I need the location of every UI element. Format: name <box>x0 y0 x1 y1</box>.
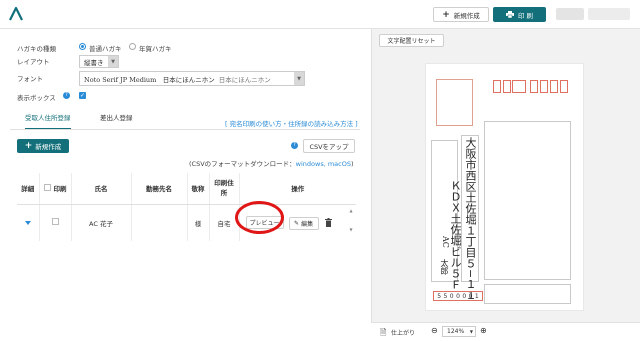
card-type-label: ハガキの種類 <box>17 45 56 53</box>
cell-name: AC 花子 <box>71 204 132 241</box>
zip-box <box>560 80 568 93</box>
print-button[interactable]: 印 刷 <box>493 7 546 22</box>
recipient-table: 詳細 印刷 氏名 勤務先名 敬称 印刷住所 操作 AC 花子 様 自宅 プレビュ… <box>17 173 356 241</box>
highlight-circle <box>235 201 284 234</box>
row-print-checkbox[interactable] <box>51 218 59 226</box>
csv-format-note: (CSVのフォーマットダウンロード：windows, macOS) <box>189 160 354 168</box>
font-label: フォント <box>17 75 43 83</box>
pencil-icon: ✎ <box>294 219 300 227</box>
table-row: AC 花子 様 自宅 プレビュー ✎ 編集 <box>17 204 356 241</box>
preview-bottom-bar: 🗎 仕上がり ⊖ 124% ▼ ⊕ <box>371 322 640 339</box>
col-actions: 操作 <box>239 173 356 205</box>
recipient-address-line2[interactable]: ＫＤＸ土佐堀ビル５Ｆ <box>449 180 462 290</box>
plus-icon: + <box>442 9 450 20</box>
zip-box <box>540 80 548 93</box>
radio-newyear-card[interactable] <box>129 43 136 50</box>
col-detail: 詳細 <box>17 173 40 205</box>
radio-normal-card[interactable] <box>79 43 86 50</box>
zoom-out-icon[interactable]: ⊖ <box>431 326 438 335</box>
tab-sender[interactable]: 差出人登録 <box>100 112 133 122</box>
sender-zip: 5 5 0 0 0 0 1 <box>433 291 483 301</box>
zip-box <box>550 80 558 93</box>
recipient-address-line1[interactable]: 大阪市西区土佐堀１丁目５−１１ <box>464 137 477 300</box>
edit-button[interactable]: ✎ 編集 <box>288 216 319 230</box>
col-print-address: 印刷住所 <box>209 173 240 205</box>
radio-newyear-card-label: 年賀ハガキ <box>139 45 172 53</box>
help-link[interactable]: [ 宛名印刷の使い方・住所録の読み込み方法 ] <box>225 118 358 128</box>
sender-box <box>484 284 571 304</box>
help-icon[interactable]: ? <box>291 142 298 149</box>
caret-down-icon <box>24 220 31 225</box>
logo-icon[interactable] <box>8 6 24 22</box>
reset-layout-button[interactable]: 文字配置リセット <box>379 34 444 47</box>
chevron-down-icon: ▼ <box>469 329 473 334</box>
trash-icon[interactable] <box>324 218 332 228</box>
cell-honorific: 様 <box>187 204 210 241</box>
plus-icon: + <box>24 141 33 151</box>
csv-download-link[interactable]: windows, macOS <box>296 160 351 168</box>
tab-recipient[interactable]: 受取人住所登録 <box>25 112 71 130</box>
zip-box <box>530 80 538 93</box>
chevron-down-icon: ▼ <box>108 56 118 67</box>
tab-divider <box>10 129 360 130</box>
select-all-checkbox[interactable] <box>43 184 51 192</box>
display-box-label: 表示ボックス <box>17 94 56 102</box>
zoom-select[interactable]: 124% ▼ <box>442 326 476 337</box>
printer-icon <box>505 11 514 18</box>
zip-box <box>493 80 501 93</box>
account-area-2 <box>588 8 630 20</box>
address-box-2 <box>484 121 571 280</box>
col-company: 勤務先名 <box>131 173 188 205</box>
col-name: 氏名 <box>71 173 132 205</box>
zip-box <box>503 80 511 93</box>
radio-normal-card-label: 普通ハガキ <box>89 45 122 53</box>
display-box-checkbox[interactable]: ✓ <box>79 92 86 99</box>
font-select[interactable]: Noto Serif JP Medium 日本にほんニホン 日本にほんニホン ▼ <box>79 71 305 86</box>
recipient-name-company[interactable]: AC <box>441 236 450 248</box>
cell-print-address: 自宅 <box>209 204 240 241</box>
new-create-button[interactable]: + 新規作成 <box>433 7 489 22</box>
help-icon[interactable]: ? <box>63 92 70 99</box>
zip-box <box>512 80 526 93</box>
finish-label[interactable]: 仕上がり <box>391 328 415 337</box>
zoom-in-icon[interactable]: ⊕ <box>480 326 487 335</box>
add-recipient-button[interactable]: + 新規作成 <box>17 139 69 153</box>
cell-company <box>131 204 188 241</box>
account-area[interactable] <box>556 8 584 20</box>
csv-upload-button[interactable]: CSVをアップ <box>303 139 355 153</box>
recipient-name-person[interactable]: 太郎 <box>439 259 450 275</box>
top-bar: + 新規作成 印 刷 <box>0 0 640 29</box>
expand-toggle[interactable] <box>17 204 40 241</box>
chevron-down-icon: ▼ <box>294 72 304 85</box>
col-print: 印刷 <box>39 173 72 205</box>
col-honorific: 敬称 <box>187 173 210 205</box>
table-scrollbar[interactable]: ▲ ▼ <box>347 208 355 232</box>
layout-select[interactable]: 縦書き ▼ <box>79 55 119 68</box>
layout-label: レイアウト <box>17 58 50 66</box>
stamp-area <box>436 79 473 126</box>
